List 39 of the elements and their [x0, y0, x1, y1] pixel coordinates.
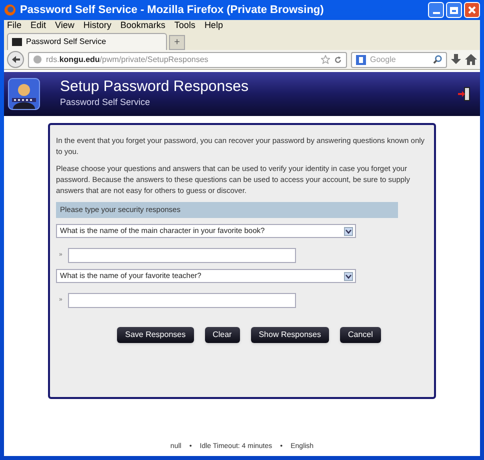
- logout-icon[interactable]: [458, 87, 470, 101]
- chevron-down-icon: [344, 272, 353, 280]
- user-avatar-icon: [8, 78, 40, 110]
- download-icon[interactable]: [451, 54, 461, 65]
- form-button[interactable]: Save Responses: [117, 327, 194, 343]
- search-icon[interactable]: [433, 55, 442, 64]
- form-button[interactable]: Show Responses: [250, 327, 329, 343]
- browser-tab[interactable]: Password Self Service: [7, 33, 167, 50]
- maximize-button[interactable]: [446, 2, 462, 18]
- menu-item[interactable]: History: [83, 19, 112, 33]
- menu-item[interactable]: Edit: [30, 19, 46, 33]
- form-button[interactable]: Cancel: [340, 327, 381, 343]
- close-icon: [468, 6, 476, 14]
- chevron-down-icon: [344, 226, 353, 236]
- search-bar[interactable]: Google: [351, 52, 447, 68]
- menu-item[interactable]: View: [55, 19, 74, 33]
- minimize-button[interactable]: [428, 2, 444, 18]
- reload-icon[interactable]: [334, 56, 342, 64]
- url-text: rds.kongu.edu/pwm/private/SetupResponses: [46, 54, 210, 66]
- menu-item[interactable]: File: [7, 19, 22, 33]
- menu-item[interactable]: Bookmarks: [120, 19, 166, 33]
- answer-field[interactable]: [68, 248, 296, 263]
- address-field[interactable]: rds.kongu.edu/pwm/private/SetupResponses: [28, 52, 347, 68]
- star-icon[interactable]: [321, 55, 330, 64]
- form-button[interactable]: Clear: [204, 327, 240, 343]
- window-title: Password Self Service - Mozilla Firefox (Private Browsing): [20, 2, 325, 18]
- search-field[interactable]: Google: [370, 54, 429, 66]
- page-title: Setup Password Responses: [60, 78, 250, 96]
- menu-item[interactable]: Help: [204, 19, 223, 33]
- browser-logo-icon: [4, 4, 16, 16]
- page-subtitle: Password Self Service: [60, 96, 152, 110]
- close-button[interactable]: [464, 2, 480, 18]
- back-arrow-icon: [10, 55, 20, 64]
- home-icon[interactable]: [465, 54, 477, 65]
- new-tab-button[interactable]: +: [169, 35, 185, 50]
- answer-field[interactable]: [68, 293, 296, 308]
- search-engine-icon[interactable]: [356, 54, 366, 64]
- back-button[interactable]: [7, 51, 24, 68]
- menu-item[interactable]: Tools: [174, 19, 196, 33]
